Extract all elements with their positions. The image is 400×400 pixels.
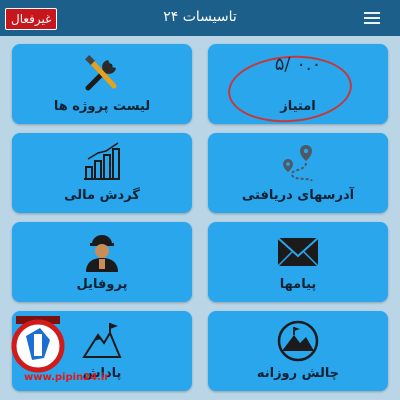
tile-finance[interactable]: گردش مالی <box>12 133 192 213</box>
tile-score[interactable]: ۵/ ۰.۰ امتیاز <box>208 44 388 127</box>
tile-projects-label: لیست پروژه ها <box>53 99 151 114</box>
tile-addresses-label: آدرسهای دریافتی <box>241 188 355 203</box>
route-pin-icon <box>208 141 388 185</box>
bar-chart-icon <box>12 141 192 185</box>
tile-messages[interactable]: پیامها <box>208 222 388 302</box>
status-badge[interactable]: غیرفعال <box>5 8 58 30</box>
tile-messages-label: پیامها <box>279 277 317 292</box>
hamburger-menu-icon[interactable] <box>364 12 380 27</box>
tile-daily-challenge-label: چالش روزانه <box>256 366 340 381</box>
tile-addresses[interactable]: آدرسهای دریافتی <box>208 133 388 213</box>
score-value: ۵/ ۰.۰ <box>274 54 322 75</box>
tile-profile[interactable]: پروفایل <box>12 222 192 302</box>
mountain-badge-icon <box>208 319 388 363</box>
tile-projects[interactable]: لیست پروژه ها <box>12 44 192 124</box>
app-title: تاسیسات ۲۴ <box>163 9 237 25</box>
worker-avatar-icon <box>12 230 192 274</box>
app-bar: غیرفعال تاسیسات ۲۴ <box>0 0 400 36</box>
tile-profile-label: پروفایل <box>76 277 128 292</box>
tile-daily-challenge[interactable]: چالش روزانه <box>208 311 388 391</box>
tile-finance-label: گردش مالی <box>64 188 140 203</box>
tools-icon <box>12 52 192 96</box>
watermark-url: www.pipin24.ir <box>24 372 110 383</box>
envelope-icon <box>208 230 388 274</box>
tile-score-label: امتیاز <box>280 99 316 114</box>
